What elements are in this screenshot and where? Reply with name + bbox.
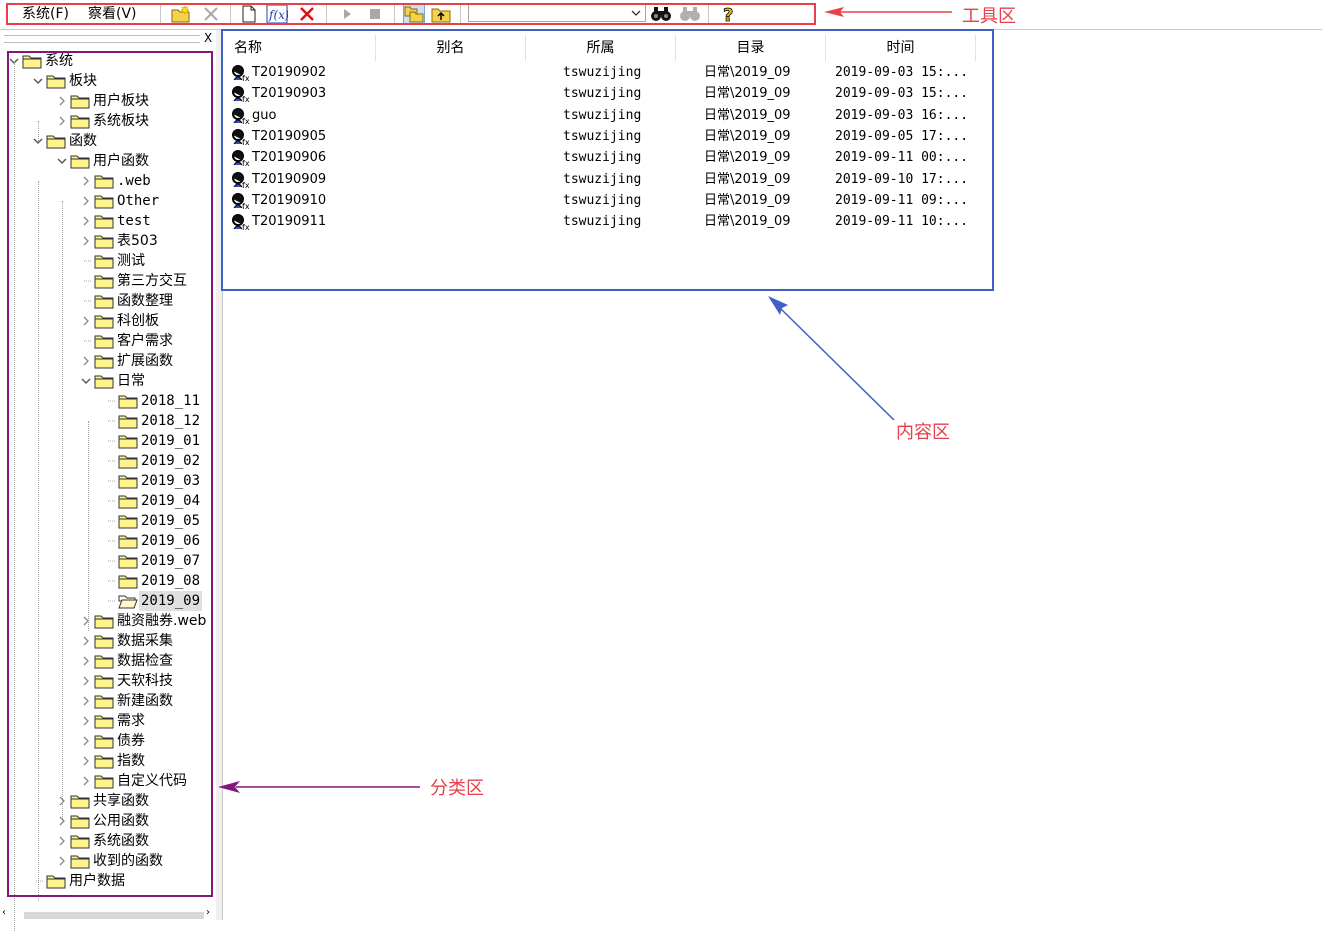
panel-close-button[interactable]: X — [204, 31, 212, 45]
category-annotation-label: 分类区 — [430, 778, 484, 799]
toolbar-annotation-arrow — [824, 7, 952, 17]
category-annotation-arrow — [218, 781, 420, 793]
scrollbar-thumb[interactable] — [24, 912, 204, 919]
category-annotation-box — [7, 51, 213, 897]
content-annotation-label: 内容区 — [896, 422, 950, 443]
content-annotation-box — [221, 29, 994, 291]
scroll-left-icon[interactable]: ‹ — [2, 907, 6, 918]
horizontal-scrollbar[interactable]: ‹ › — [2, 907, 214, 920]
toolbar-annotation-label: 工具区 — [962, 6, 1016, 27]
scroll-right-icon[interactable]: › — [206, 907, 210, 918]
content-annotation-arrow — [768, 296, 895, 421]
toolbar-annotation-box — [6, 3, 816, 25]
panel-grip[interactable] — [4, 35, 200, 43]
